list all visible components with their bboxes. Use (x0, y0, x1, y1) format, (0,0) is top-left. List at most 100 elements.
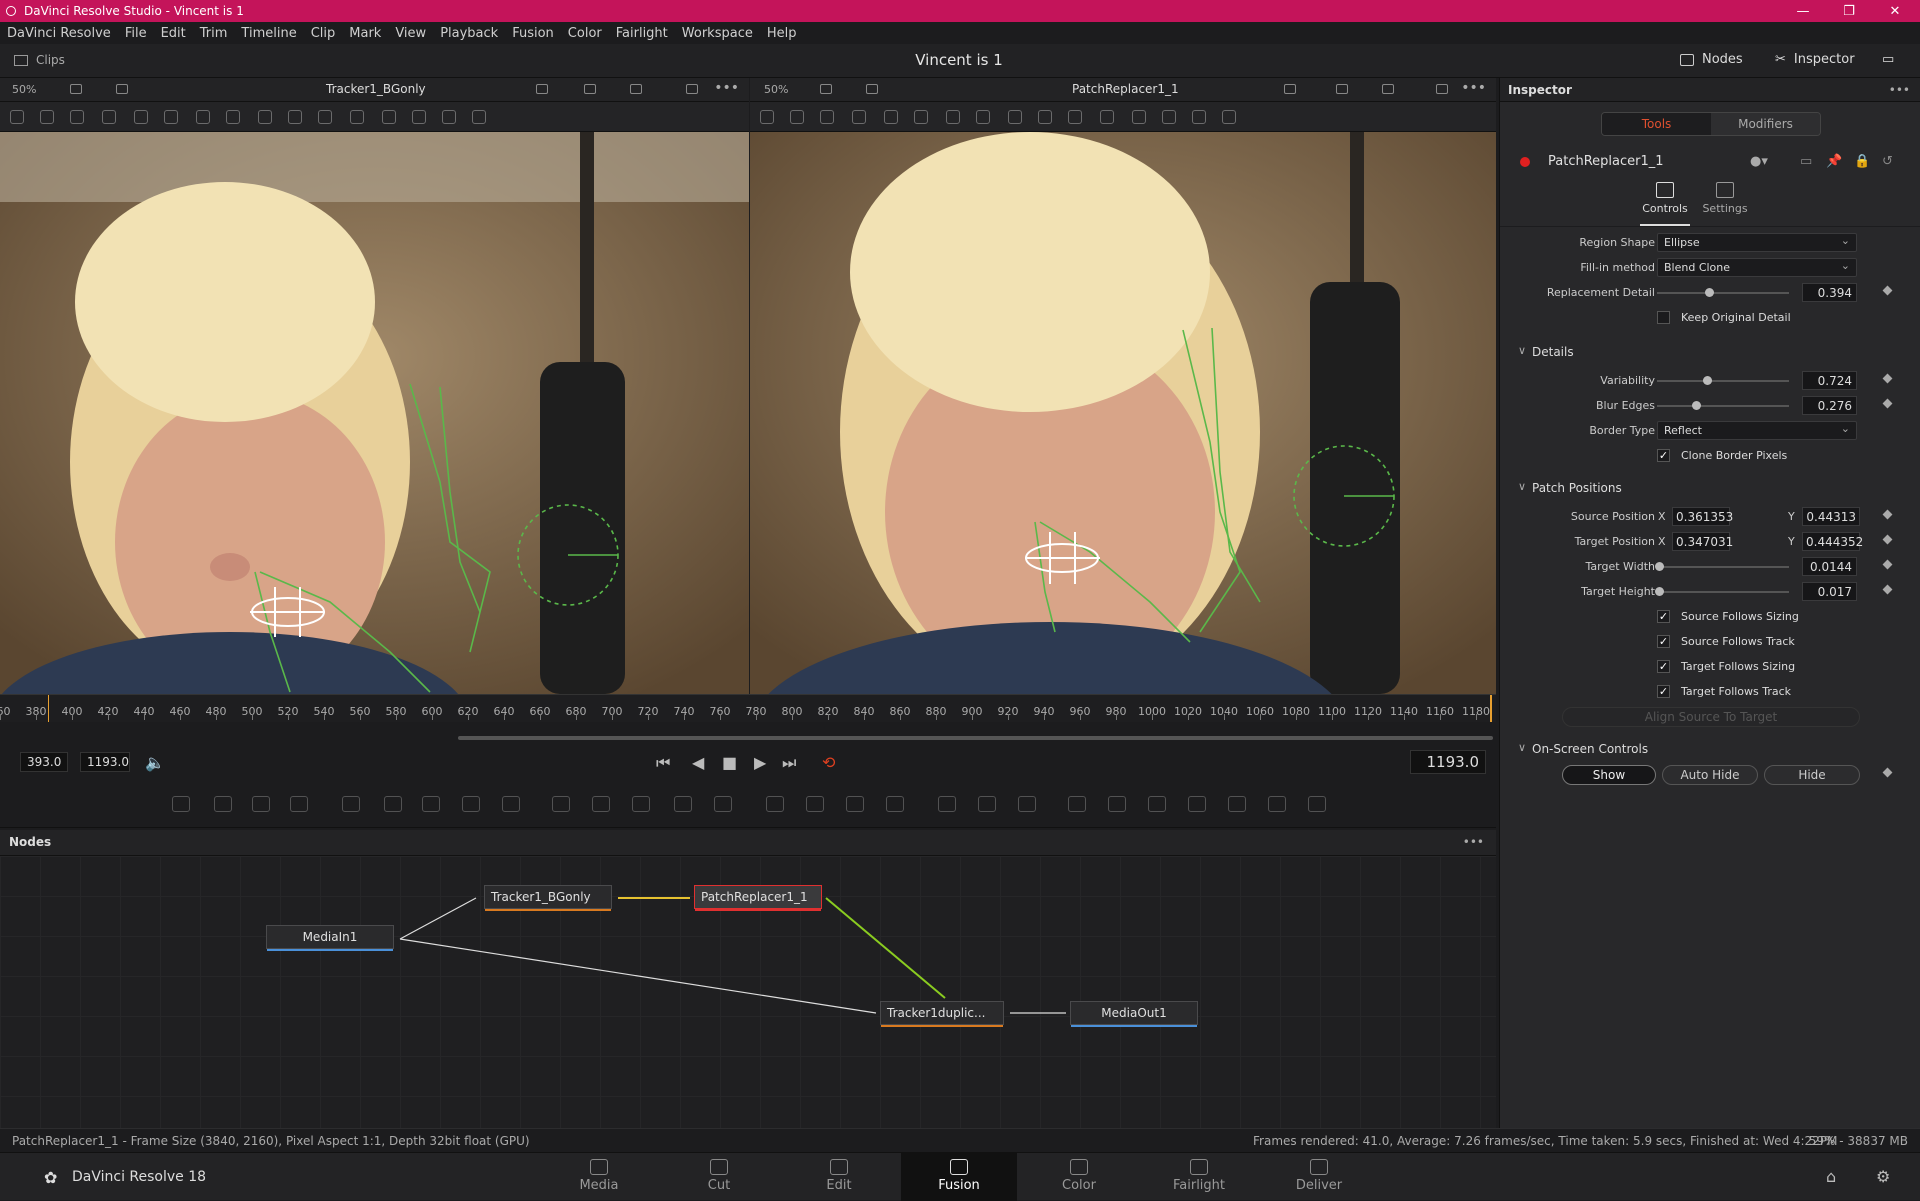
select-tool-icon[interactable] (820, 110, 834, 124)
border-type-dropdown[interactable]: Reflect ⌄ (1657, 421, 1857, 440)
fill-method-dropdown[interactable]: Blend Clone ⌄ (1657, 258, 1857, 277)
transform-icon[interactable] (382, 110, 396, 124)
stop-icon[interactable]: ■ (722, 753, 737, 772)
particles-icon[interactable] (342, 796, 360, 812)
keep-original-checkbox[interactable] (1657, 311, 1670, 324)
page-edit[interactable]: Edit (781, 1153, 897, 1201)
bounding-box-icon[interactable] (1068, 110, 1082, 124)
merge-icon[interactable] (552, 796, 570, 812)
tool-enable-icon[interactable] (1520, 157, 1530, 167)
renderer-3d-icon[interactable] (1268, 796, 1286, 812)
keyframe-icon[interactable] (1882, 559, 1893, 570)
lut-icon[interactable] (1436, 84, 1448, 94)
align-source-button[interactable]: Align Source To Target (1562, 707, 1860, 727)
blur-edges-slider[interactable] (1657, 401, 1789, 410)
viewer-left-zoom[interactable]: 50% (12, 83, 36, 96)
variability-slider[interactable] (1657, 376, 1789, 385)
variability-field[interactable]: 0.724 (1802, 371, 1857, 390)
insert-point-icon[interactable] (852, 110, 866, 124)
node-editor[interactable]: MediaIn1 Tracker1_BGonly PatchReplacer1_… (0, 856, 1496, 1128)
color-icon[interactable] (584, 84, 596, 94)
slider-knob[interactable] (1703, 376, 1712, 385)
pen-tool-icon[interactable] (790, 110, 804, 124)
rotate-icon[interactable] (196, 110, 210, 124)
playhead[interactable] (1490, 695, 1492, 722)
target-position-x-field[interactable]: 0.347031 (1672, 532, 1733, 551)
viewer-left-options-icon[interactable]: ••• (714, 80, 739, 96)
keyframe-icon[interactable] (1882, 509, 1893, 520)
gear-icon[interactable]: ⚙ (1876, 1167, 1890, 1186)
keyframe-icon[interactable] (1882, 767, 1893, 778)
rectangle-mask-icon[interactable] (766, 796, 784, 812)
playhead-start-marker[interactable] (48, 695, 49, 722)
go-to-start-icon[interactable]: ⏮ (656, 753, 670, 773)
subtab-settings[interactable]: Settings (1700, 182, 1750, 226)
target-position-y-field[interactable]: 0.444352 (1802, 532, 1863, 551)
play-reverse-icon[interactable]: ◀ (692, 753, 704, 772)
modify-point-icon[interactable] (134, 110, 148, 124)
text-tool-icon[interactable] (252, 796, 270, 812)
viewer-option-icon[interactable] (820, 84, 832, 94)
tab-modifiers[interactable]: Modifiers (1711, 113, 1820, 135)
camera-tracker-icon[interactable] (1018, 796, 1036, 812)
slider-knob[interactable] (1705, 288, 1714, 297)
viewer-option-icon[interactable] (70, 84, 82, 94)
nodes-options-icon[interactable]: ••• (1463, 835, 1484, 849)
background-tool-icon[interactable] (172, 796, 190, 812)
color-icon[interactable] (1336, 84, 1348, 94)
subtab-controls[interactable]: Controls (1640, 182, 1690, 226)
page-deliver[interactable]: Deliver (1261, 1153, 1377, 1201)
grid-icon[interactable] (630, 84, 642, 94)
tool-color-icon[interactable]: ●▾ (1750, 154, 1768, 169)
source-sizing-checkbox[interactable]: ✓ (1657, 610, 1670, 623)
replacement-detail-slider[interactable] (1657, 288, 1789, 297)
target-track-checkbox[interactable]: ✓ (1657, 685, 1670, 698)
target-height-slider[interactable] (1655, 587, 1789, 596)
tab-tools[interactable]: Tools (1602, 113, 1711, 135)
menu-fusion[interactable]: Fusion (505, 26, 561, 41)
reset-icon[interactable]: ↺ (1882, 154, 1893, 169)
select-tool-icon[interactable] (70, 110, 84, 124)
minimize-icon[interactable]: — (1780, 0, 1826, 22)
pin-icon[interactable]: 📌 (1826, 154, 1842, 169)
curve-icon[interactable] (1008, 110, 1022, 124)
material-icon[interactable] (1308, 796, 1326, 812)
source-track-checkbox[interactable]: ✓ (1657, 635, 1670, 648)
shape-3d-icon[interactable] (1068, 796, 1086, 812)
node-mediaout[interactable]: MediaOut1 (1070, 1001, 1198, 1027)
menu-view[interactable]: View (388, 26, 433, 41)
blur-icon[interactable] (502, 796, 520, 812)
tracker-icon[interactable] (938, 796, 956, 812)
close-shape-icon[interactable] (1222, 110, 1236, 124)
rotate-icon[interactable] (946, 110, 960, 124)
timeline-scroll[interactable] (0, 722, 1496, 740)
keyframe-icon[interactable] (1882, 285, 1893, 296)
line-icon[interactable] (1038, 110, 1052, 124)
insert-point-icon[interactable] (102, 110, 116, 124)
keyframe-icon[interactable] (1882, 373, 1893, 384)
target-sizing-checkbox[interactable]: ✓ (1657, 660, 1670, 673)
matte-control-icon[interactable] (632, 796, 650, 812)
render-end-field[interactable]: 1193.0 (80, 752, 130, 772)
play-forward-icon[interactable]: ▶ (754, 753, 766, 772)
paint-tool-icon[interactable] (290, 796, 308, 812)
viewer-option-icon[interactable] (116, 84, 128, 94)
smooth-icon[interactable] (914, 110, 928, 124)
patch-positions-section[interactable]: ∨ Patch Positions (1500, 476, 1920, 500)
timeline-ruler[interactable]: 3603804004204404604805005205405605806006… (0, 694, 1496, 722)
bezier-icon[interactable] (226, 110, 240, 124)
inspector-toggle-button[interactable]: ✂ Inspector (1775, 52, 1855, 67)
grid-icon[interactable] (1382, 84, 1394, 94)
details-section[interactable]: ∨ Details (1500, 340, 1920, 364)
source-position-x-field[interactable]: 0.361353 (1672, 507, 1733, 526)
bounding-box-icon[interactable] (318, 110, 332, 124)
menu-edit[interactable]: Edit (154, 26, 193, 41)
menu-file[interactable]: File (118, 26, 154, 41)
node-tracker-duplicate[interactable]: Tracker1duplic... (880, 1001, 1004, 1027)
reshape-icon[interactable] (1162, 110, 1176, 124)
slider-knob[interactable] (1655, 562, 1664, 571)
polygon-mask-icon[interactable] (846, 796, 864, 812)
planar-tracker-icon[interactable] (978, 796, 996, 812)
polyline-tool-icon[interactable] (760, 110, 774, 124)
image-plane-icon[interactable] (214, 796, 232, 812)
